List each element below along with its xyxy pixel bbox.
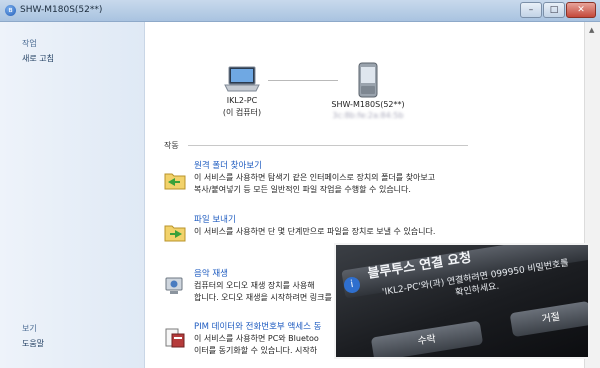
maximize-button[interactable]: □ — [543, 2, 565, 18]
photo-reject-button: 거절 — [509, 300, 588, 338]
audio-icon — [165, 277, 183, 294]
phone-photo: 블루투스 연결 요청 i 'IKL2-PC'와(과) 연결하려면 099950 … — [334, 243, 590, 359]
window-title: SHW-M180S(52**) — [20, 5, 103, 15]
folder-send-icon — [164, 225, 186, 242]
task-pane: 작업 새로 고침 보기 도움말 — [0, 22, 145, 368]
help-link[interactable]: 도움말 — [22, 338, 44, 349]
play-music-link[interactable]: 음악 재생 — [194, 267, 228, 279]
bluetooth-icon: ʙ — [5, 5, 16, 16]
folder-browse-icon — [164, 173, 186, 190]
actions-heading: 작동 — [164, 141, 179, 150]
browse-folders-desc-1: 이 서비스를 사용하면 탐색기 같은 인터페이스로 장치의 폴더를 찾아보고 — [194, 173, 436, 182]
photo-accept-button: 수락 — [370, 320, 484, 357]
computer-device[interactable]: IKL2-PC (이 컴퓨터) — [214, 64, 270, 118]
browse-folders-desc-2: 복사/붙여넣기 등 모든 일반적인 파일 작업을 수행할 수 있습니다. — [194, 185, 411, 194]
see-also-heading: 보기 — [22, 324, 37, 333]
computer-subtitle: (이 컴퓨터) — [222, 108, 262, 117]
scroll-up-arrow-icon[interactable]: ▲ — [589, 26, 594, 34]
computer-name: IKL2-PC — [226, 96, 258, 105]
phone-name: SHW-M180S(52**) — [331, 100, 405, 109]
section-divider — [188, 145, 468, 146]
laptop-icon — [224, 66, 260, 92]
title-bar: ʙ SHW-M180S(52**) – □ ✕ — [0, 0, 600, 22]
browse-folders-link[interactable]: 원격 폴더 찾아보기 — [194, 159, 262, 171]
pim-access-link[interactable]: PIM 데이터와 전화번호부 액세스 동 — [194, 320, 321, 332]
close-button[interactable]: ✕ — [566, 2, 596, 18]
phone-icon — [358, 62, 378, 98]
refresh-link[interactable]: 새로 고침 — [22, 53, 54, 64]
phone-device[interactable]: SHW-M180S(52**) 3c:8b:fe:2a:84:5b — [318, 62, 418, 120]
tasks-heading: 작업 — [22, 39, 37, 48]
minimize-button[interactable]: – — [520, 2, 542, 18]
pim-sync-icon — [165, 328, 185, 348]
phone-address: 3c:8b:fe:2a:84:5b — [332, 111, 404, 120]
send-files-link[interactable]: 파일 보내기 — [194, 213, 236, 225]
send-files-desc-1: 이 서비스를 사용하면 단 몇 단계만으로 파일을 장치로 보낼 수 있습니다. — [194, 227, 436, 236]
